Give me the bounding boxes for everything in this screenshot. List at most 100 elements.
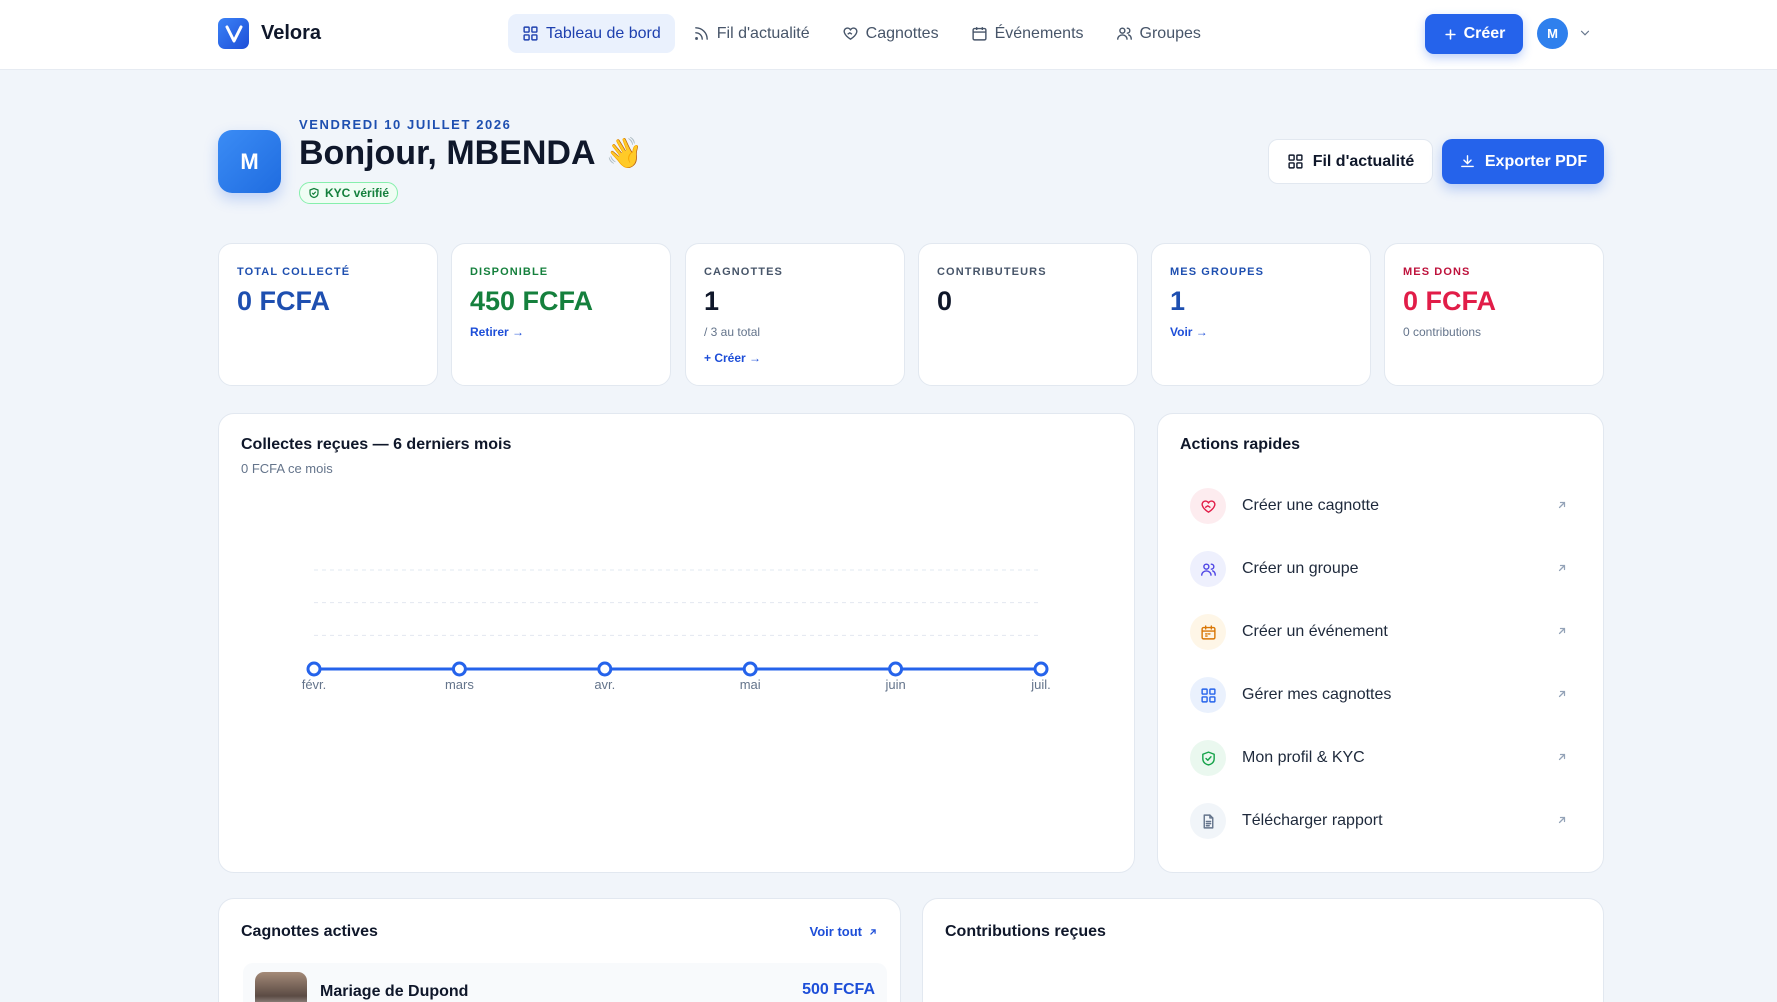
cagnotte-name: Mariage de Dupond (320, 983, 469, 1000)
quick-actions-title: Actions rapides (1180, 436, 1301, 453)
wave-emoji: 👋 (605, 137, 643, 170)
quick-action-icon-wrap (1190, 740, 1226, 776)
collections-chart-panel: Collectes reçues — 6 derniers mois 0 FCF… (218, 413, 1135, 873)
brand-name: Velora (261, 22, 322, 44)
chart-title: Collectes reçues — 6 derniers mois (241, 436, 512, 453)
arrow-up-right-icon (1558, 564, 1566, 572)
collections-line-chart: févr. mars avr. mai juin juil. (302, 569, 1051, 692)
quick-action-icon-wrap (1190, 551, 1226, 587)
export-button-label: Exporter PDF (1484, 152, 1588, 170)
nav-label: Fil d'actualité (716, 24, 810, 42)
quick-action-t-l-charger-rapport[interactable]: Télécharger rapport (1190, 799, 1572, 843)
chart-x-tick-label: juil. (1030, 677, 1051, 692)
stat-card-mes-dons: MES DONS 0 FCFA 0 contributions (1384, 243, 1604, 386)
create-cagnotte-link[interactable]: + Créer → (704, 351, 886, 365)
file-icon (1203, 813, 1213, 829)
calendar-icon (1200, 624, 1216, 640)
stat-card-contributeurs: CONTRIBUTEURS 0 (918, 243, 1138, 386)
stat-card-disponible: DISPONIBLE 450 FCFA Retirer → (451, 243, 671, 386)
stat-label: TOTAL COLLECTÉ (237, 266, 351, 278)
greeting-title: Bonjour, MBENDA 👋 (299, 134, 643, 173)
stat-card-total-collecte: TOTAL COLLECTÉ 0 FCFA (218, 243, 438, 386)
grid-icon (1200, 687, 1216, 703)
stat-value: 1 (1170, 286, 1186, 316)
chart-point[interactable] (451, 661, 467, 677)
chart-x-tick-label: avr. (594, 677, 615, 692)
view-all-label: Voir tout (809, 924, 862, 939)
nav-label: Tableau de bord (546, 24, 661, 42)
arrow-up-right-icon (870, 928, 876, 935)
feed-button[interactable]: Fil d'actualité (1268, 139, 1433, 184)
nav-label: Événements (994, 24, 1084, 42)
cagnotte-row[interactable]: Mariage de Dupond 500 FCFA (243, 963, 887, 1002)
brand[interactable]: Velora (218, 18, 321, 49)
quick-action-cr-er-une-cagnotte[interactable]: Créer une cagnotte (1190, 484, 1572, 528)
stat-value: 450 FCFA (470, 286, 594, 316)
profile-avatar: M (218, 130, 281, 193)
stat-label: CONTRIBUTEURS (937, 266, 1047, 278)
cagnotte-amount: 500 FCFA (802, 981, 875, 998)
feed-button-label: Fil d'actualité (1312, 152, 1415, 170)
greeting-text: Bonjour, MBENDA (299, 134, 596, 172)
contributions-panel: Contributions reçues (922, 898, 1604, 1002)
kyc-label: KYC vérifié (325, 186, 390, 200)
nav-label: Cagnottes (865, 24, 939, 42)
quick-action-cr-er-un-v-nement[interactable]: Créer un événement (1190, 610, 1572, 654)
quick-actions-panel: Actions rapides Créer une cagnotte Créer … (1157, 413, 1604, 873)
main-nav: Tableau de bord Fil d'actualité Cagnotte… (508, 14, 1215, 53)
view-groups-link[interactable]: Voir → (1170, 325, 1352, 339)
quick-action-g-rer-mes-cagnottes[interactable]: Gérer mes cagnottes (1190, 673, 1572, 717)
plus-icon (1444, 28, 1456, 40)
contributions-title: Contributions reçues (945, 923, 1106, 940)
quick-action-cr-er-un-groupe[interactable]: Créer un groupe (1190, 547, 1572, 591)
export-pdf-button[interactable]: Exporter PDF (1442, 139, 1604, 184)
chart-point[interactable] (742, 661, 758, 677)
velora-logo-icon (218, 18, 249, 49)
view-all-link[interactable]: Voir tout (810, 924, 878, 939)
nav-item-tableau-de-bord[interactable]: Tableau de bord (508, 14, 675, 53)
nav-item-fil-actualite[interactable]: Fil d'actualité (679, 14, 824, 53)
nav-item-cagnottes[interactable]: Cagnottes (828, 14, 953, 53)
quick-action-icon-wrap (1190, 488, 1226, 524)
nav-item-evenements[interactable]: Événements (957, 14, 1098, 53)
grid-icon (523, 26, 538, 41)
create-button[interactable]: Créer (1425, 14, 1523, 54)
stat-label: MES DONS (1403, 266, 1471, 278)
stat-value: 0 (937, 286, 953, 316)
quick-action-icon-wrap (1190, 677, 1226, 713)
chart-x-tick-label: mai (740, 677, 761, 692)
current-date: VENDREDI 10 JUILLET 2026 (299, 117, 512, 132)
quick-action-label: Télécharger rapport (1242, 812, 1383, 829)
arrow-up-right-icon (1558, 690, 1566, 698)
quick-action-icon-wrap (1190, 803, 1226, 839)
stat-label: MES GROUPES (1170, 266, 1265, 278)
stat-label: CAGNOTTES (704, 266, 783, 278)
top-navigation-bar: Velora Tableau de bord Fil d'actualité C… (0, 0, 1777, 70)
withdraw-link[interactable]: Retirer → (470, 325, 652, 339)
quick-action-label: Créer un groupe (1242, 560, 1359, 577)
chevron-down-icon[interactable] (1578, 26, 1592, 40)
chart-x-tick-label: juin (884, 677, 905, 692)
heart-hand-icon (843, 27, 858, 40)
chart-point[interactable] (1033, 661, 1049, 677)
calendar-icon (971, 27, 987, 41)
grid-icon (1288, 154, 1303, 169)
user-avatar[interactable]: M (1537, 18, 1568, 49)
quick-action-label: Créer un événement (1242, 623, 1388, 640)
quick-action-label: Créer une cagnotte (1242, 497, 1379, 514)
arrow-up-right-icon (1558, 816, 1566, 824)
quick-action-label: Mon profil & KYC (1242, 749, 1365, 766)
chart-point[interactable] (888, 661, 904, 677)
quick-action-mon-profil-kyc[interactable]: Mon profil & KYC (1190, 736, 1572, 780)
chart-point[interactable] (306, 661, 322, 677)
rss-icon (694, 27, 708, 40)
kyc-status-badge: KYC vérifié (299, 182, 399, 204)
nav-item-groupes[interactable]: Groupes (1102, 14, 1215, 53)
users-icon (1116, 27, 1132, 40)
arrow-up-right-icon (1558, 753, 1566, 761)
stat-value: 1 (704, 286, 720, 316)
stat-sub: 0 contributions (1403, 325, 1482, 339)
chart-subtitle: 0 FCFA ce mois (241, 461, 333, 476)
chart-point[interactable] (597, 661, 613, 677)
nav-label: Groupes (1139, 24, 1201, 42)
